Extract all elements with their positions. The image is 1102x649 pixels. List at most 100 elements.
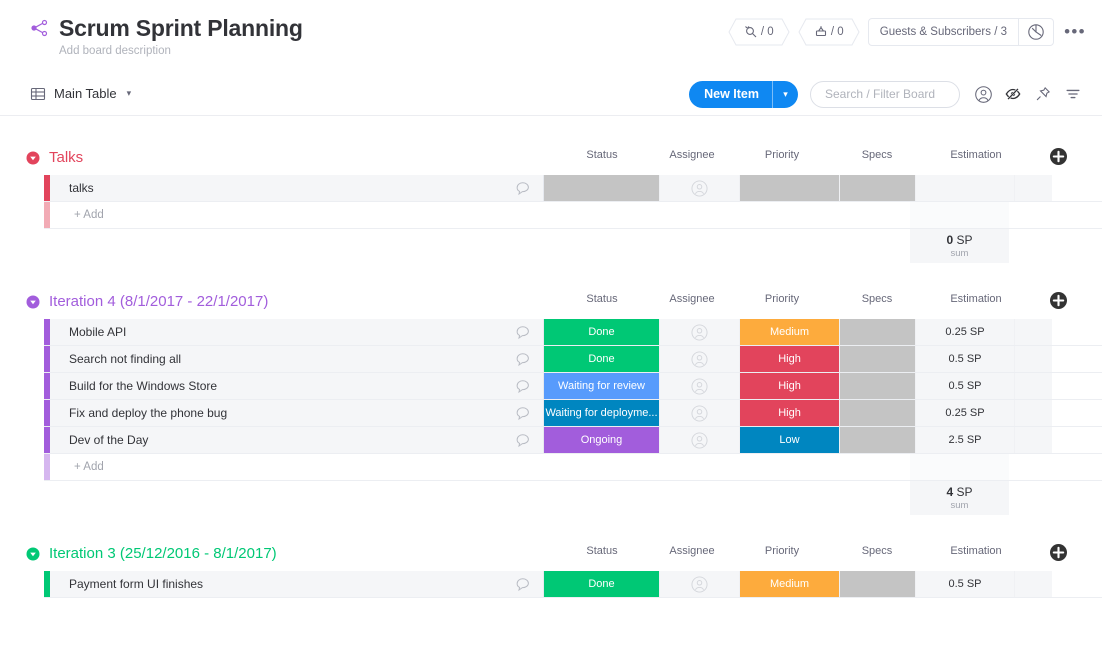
cell-estimation[interactable]: 0.5 SP bbox=[916, 346, 1015, 372]
chat-icon[interactable] bbox=[516, 352, 531, 367]
cell-priority[interactable]: High bbox=[740, 373, 840, 399]
estimation-sum[interactable]: 4 SP sum bbox=[910, 481, 1009, 515]
row-name-cell[interactable]: Payment form UI finishes bbox=[50, 571, 544, 597]
cell-estimation[interactable]: 0.25 SP bbox=[916, 319, 1015, 345]
add-row[interactable]: + Add bbox=[44, 454, 1102, 481]
row-name-cell[interactable]: Dev of the Day bbox=[50, 427, 544, 453]
cell-specs[interactable] bbox=[840, 400, 916, 426]
invite-icon[interactable] bbox=[1019, 23, 1053, 41]
chevron-down-icon[interactable]: ▾ bbox=[127, 88, 132, 99]
row-name-cell[interactable]: Search not finding all bbox=[50, 346, 544, 372]
cell-priority[interactable]: High bbox=[740, 400, 840, 426]
table-row[interactable]: Search not finding all Done High 0.5 SP bbox=[44, 346, 1102, 373]
cell-status[interactable]: Ongoing bbox=[544, 427, 660, 453]
group-title[interactable]: Iteration 4 (8/1/2017 - 22/1/2017) bbox=[49, 293, 268, 311]
collapse-group-icon[interactable] bbox=[26, 547, 40, 561]
row-name-cell[interactable]: Mobile API bbox=[50, 319, 544, 345]
search-input[interactable]: Search / Filter Board bbox=[810, 80, 960, 108]
column-header-specs[interactable]: Specs bbox=[827, 545, 927, 557]
column-header-status[interactable]: Status bbox=[552, 293, 652, 305]
cell-assignee[interactable] bbox=[660, 427, 740, 453]
column-header-estimation[interactable]: Estimation bbox=[926, 545, 1026, 557]
chat-icon[interactable] bbox=[516, 325, 531, 340]
cell-status[interactable]: Done bbox=[544, 346, 660, 372]
table-row[interactable]: Dev of the Day Ongoing Low 2.5 SP bbox=[44, 427, 1102, 454]
cell-estimation[interactable]: 0.5 SP bbox=[916, 571, 1015, 597]
cell-status[interactable]: Done bbox=[544, 571, 660, 597]
group-title[interactable]: Talks bbox=[49, 149, 83, 167]
cell-status[interactable]: Done bbox=[544, 319, 660, 345]
cell-estimation[interactable]: 0.25 SP bbox=[916, 400, 1015, 426]
tab-main-table[interactable]: Main Table ▾ bbox=[30, 86, 131, 102]
column-header-assignee[interactable]: Assignee bbox=[642, 293, 742, 305]
row-name-cell[interactable]: talks bbox=[50, 175, 544, 201]
cell-assignee[interactable] bbox=[660, 175, 740, 201]
add-row-label[interactable]: + Add bbox=[50, 454, 1010, 480]
column-header-status[interactable]: Status bbox=[552, 149, 652, 161]
cell-specs[interactable] bbox=[840, 175, 916, 201]
board-description[interactable]: Add board description bbox=[59, 45, 1086, 57]
cell-specs[interactable] bbox=[840, 373, 916, 399]
collapse-group-icon[interactable] bbox=[26, 295, 40, 309]
integration-badge[interactable]: / 0 bbox=[798, 18, 860, 46]
cell-estimation[interactable]: 0.5 SP bbox=[916, 373, 1015, 399]
cell-priority[interactable]: High bbox=[740, 346, 840, 372]
more-options-button[interactable]: ••• bbox=[1062, 19, 1088, 45]
column-header-assignee[interactable]: Assignee bbox=[642, 149, 742, 161]
cell-priority[interactable] bbox=[740, 175, 840, 201]
cell-specs[interactable] bbox=[840, 319, 916, 345]
cell-priority[interactable]: Low bbox=[740, 427, 840, 453]
column-header-estimation[interactable]: Estimation bbox=[926, 149, 1026, 161]
plus-circle-icon[interactable] bbox=[1050, 544, 1067, 561]
table-row[interactable]: Payment form UI finishes Done Medium 0.5 … bbox=[44, 571, 1102, 598]
cell-priority[interactable]: Medium bbox=[740, 571, 840, 597]
automation-badge[interactable]: / 0 bbox=[728, 18, 790, 46]
table-row[interactable]: Mobile API Done Medium 0.25 SP bbox=[44, 319, 1102, 346]
filter-icon[interactable] bbox=[1058, 79, 1088, 109]
eye-slash-icon[interactable] bbox=[998, 79, 1028, 109]
cell-assignee[interactable] bbox=[660, 400, 740, 426]
column-header-specs[interactable]: Specs bbox=[827, 293, 927, 305]
chevron-down-icon[interactable]: ▾ bbox=[773, 81, 798, 108]
add-row-label[interactable]: + Add bbox=[50, 202, 1010, 228]
collapse-group-icon[interactable] bbox=[26, 151, 40, 165]
table-row[interactable]: Fix and deploy the phone bug Waiting for… bbox=[44, 400, 1102, 427]
add-row[interactable]: + Add bbox=[44, 202, 1102, 229]
cell-status[interactable]: Waiting for deployme... bbox=[544, 400, 660, 426]
chat-icon[interactable] bbox=[516, 181, 531, 196]
column-header-assignee[interactable]: Assignee bbox=[642, 545, 742, 557]
cell-estimation[interactable]: 2.5 SP bbox=[916, 427, 1015, 453]
cell-status[interactable]: Waiting for review bbox=[544, 373, 660, 399]
table-row[interactable]: Build for the Windows Store Waiting for … bbox=[44, 373, 1102, 400]
cell-assignee[interactable] bbox=[660, 319, 740, 345]
column-header-estimation[interactable]: Estimation bbox=[926, 293, 1026, 305]
cell-assignee[interactable] bbox=[660, 346, 740, 372]
cell-priority[interactable]: Medium bbox=[740, 319, 840, 345]
cell-specs[interactable] bbox=[840, 571, 916, 597]
column-header-priority[interactable]: Priority bbox=[732, 149, 832, 161]
chat-icon[interactable] bbox=[516, 577, 531, 592]
row-name-cell[interactable]: Fix and deploy the phone bug bbox=[50, 400, 544, 426]
cell-assignee[interactable] bbox=[660, 571, 740, 597]
chat-icon[interactable] bbox=[516, 433, 531, 448]
group-title[interactable]: Iteration 3 (25/12/2016 - 8/1/2017) bbox=[49, 545, 277, 563]
estimation-sum[interactable]: 0 SP sum bbox=[910, 229, 1009, 263]
column-header-priority[interactable]: Priority bbox=[732, 293, 832, 305]
column-header-priority[interactable]: Priority bbox=[732, 545, 832, 557]
column-header-specs[interactable]: Specs bbox=[827, 149, 927, 161]
cell-estimation[interactable] bbox=[916, 175, 1015, 201]
cell-assignee[interactable] bbox=[660, 373, 740, 399]
row-name-cell[interactable]: Build for the Windows Store bbox=[50, 373, 544, 399]
table-row[interactable]: talks bbox=[44, 175, 1102, 202]
new-item-button[interactable]: New Item ▾ bbox=[689, 80, 798, 108]
plus-circle-icon[interactable] bbox=[1050, 148, 1067, 165]
chat-icon[interactable] bbox=[516, 406, 531, 421]
cell-status[interactable] bbox=[544, 175, 660, 201]
chat-icon[interactable] bbox=[516, 379, 531, 394]
plus-circle-icon[interactable] bbox=[1050, 292, 1067, 309]
column-header-status[interactable]: Status bbox=[552, 545, 652, 557]
pin-icon[interactable] bbox=[1028, 79, 1058, 109]
share-icon[interactable] bbox=[30, 18, 50, 38]
guests-subscribers-box[interactable]: Guests & Subscribers / 3 bbox=[867, 18, 1054, 46]
cell-specs[interactable] bbox=[840, 427, 916, 453]
